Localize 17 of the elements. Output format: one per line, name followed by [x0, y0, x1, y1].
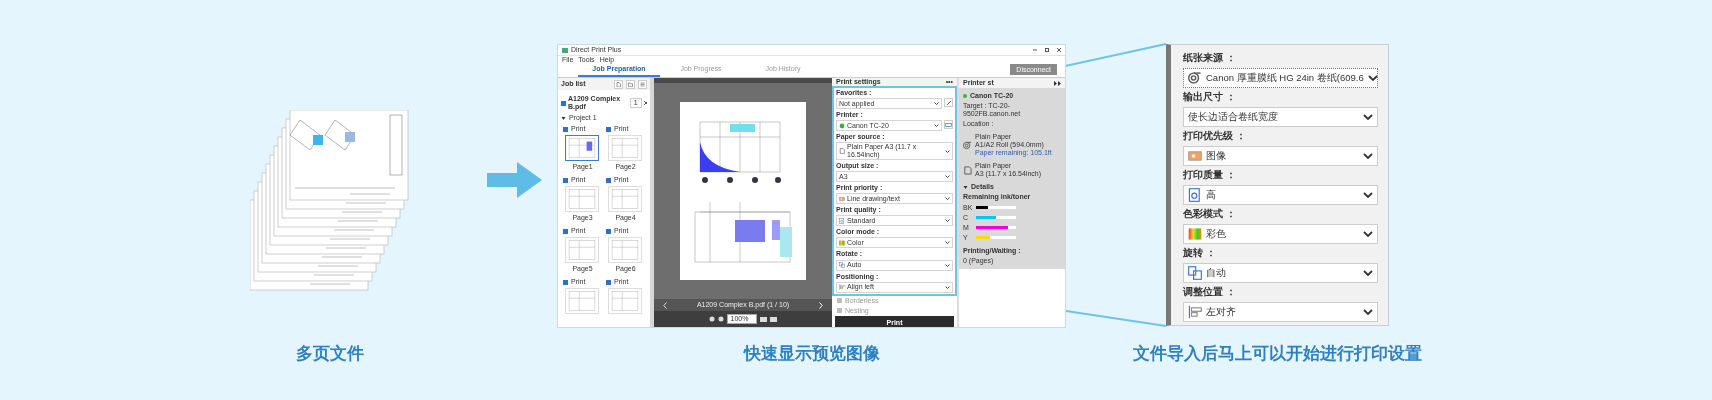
dropdown[interactable]: 图像 — [1183, 146, 1378, 166]
dropdown[interactable]: 左对齐 — [1183, 302, 1378, 322]
dropdown[interactable]: Canon 厚重膜纸 HG 24in 卷纸(609.6 — [1183, 68, 1378, 88]
dropdown[interactable]: 彩色 — [1183, 224, 1378, 244]
caption: 多页文件 — [296, 343, 364, 365]
field-label: 旋转 ： — [1183, 246, 1217, 260]
caption: 快速显示预览图像 — [743, 343, 880, 365]
dropdown[interactable]: 使长边适合卷纸宽度 — [1183, 107, 1378, 127]
dropdown[interactable]: 高 — [1183, 185, 1378, 205]
field-label: 调整位置 ： — [1183, 285, 1237, 299]
field-label: 打印优先级 ： — [1183, 129, 1247, 143]
field-label: 色彩模式 ： — [1183, 207, 1237, 221]
field-label: 纸张来源 ： — [1183, 51, 1237, 65]
field-label: 输出尺寸 ： — [1183, 90, 1237, 104]
caption: 文件导入后马上可以开始进行打印设置 — [1133, 343, 1422, 365]
field-label: 打印质量 ： — [1183, 168, 1237, 182]
dropdown[interactable]: 自动 — [1183, 263, 1378, 283]
